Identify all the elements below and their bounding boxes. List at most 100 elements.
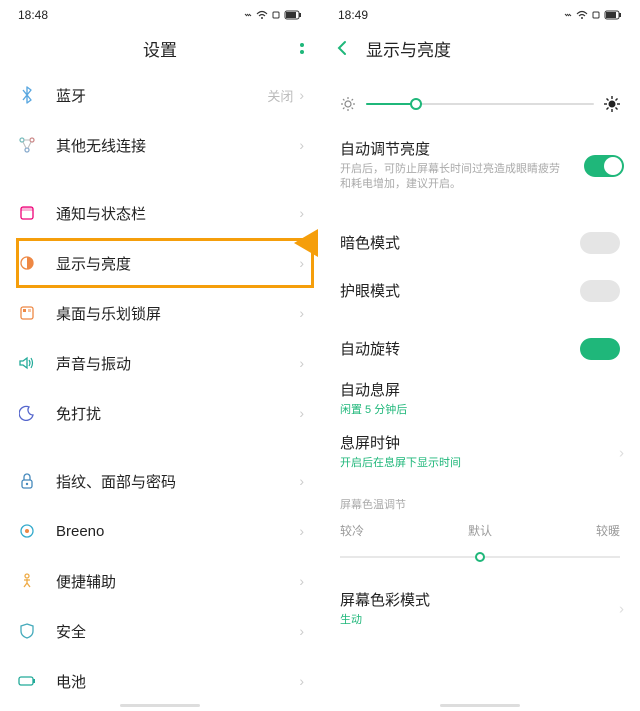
block-title: 自动息屏 bbox=[340, 379, 620, 400]
home-lockscreen-icon bbox=[16, 302, 38, 324]
aod-clock-block[interactable]: 息屏时钟 开启后在息屏下显示时间 › bbox=[320, 426, 640, 479]
color-temp-slider[interactable] bbox=[340, 547, 620, 567]
status-time: 18:49 bbox=[338, 8, 368, 22]
chevron-right-icon: › bbox=[299, 305, 304, 321]
status-icons bbox=[243, 10, 302, 20]
row-value: 关闭› bbox=[267, 86, 304, 105]
row-dnd[interactable]: 免打扰 › bbox=[0, 388, 320, 438]
settings-screen: 18:48 设置 蓝牙 关闭› 其他无线连接 › 通知与状态栏 › bbox=[0, 0, 320, 711]
status-time: 18:48 bbox=[18, 8, 48, 22]
bluetooth-icon bbox=[16, 84, 38, 106]
row-label: 免打扰 bbox=[56, 403, 299, 424]
breeno-icon bbox=[16, 520, 38, 542]
chevron-right-icon: › bbox=[299, 355, 304, 371]
settings-list: 蓝牙 关闭› 其他无线连接 › 通知与状态栏 › 显示与亮度 › 桌面与乐划锁屏… bbox=[0, 70, 320, 706]
arrow-icon bbox=[294, 229, 318, 257]
auto-rotate-toggle[interactable] bbox=[580, 338, 620, 360]
row-sound[interactable]: 声音与振动 › bbox=[0, 338, 320, 388]
status-bar: 18:48 bbox=[0, 0, 320, 26]
display-screen: 18:49 显示与亮度 自动调节亮度 开启后，可防止屏幕长时间过亮造成眼睛疲劳和… bbox=[320, 0, 640, 711]
row-label: 自动旋转 bbox=[340, 338, 580, 359]
temp-default: 默认 bbox=[468, 522, 492, 539]
row-bluetooth[interactable]: 蓝牙 关闭› bbox=[0, 70, 320, 120]
nav-indicator bbox=[120, 704, 200, 707]
moon-icon bbox=[16, 402, 38, 424]
chevron-right-icon: › bbox=[299, 87, 304, 103]
page-title: 设置 bbox=[143, 36, 177, 61]
brightness-slider-row bbox=[320, 80, 640, 128]
block-title: 屏幕色彩模式 bbox=[340, 589, 620, 610]
chevron-right-icon: › bbox=[299, 623, 304, 639]
auto-brightness-toggle[interactable] bbox=[584, 155, 624, 177]
page-title: 显示与亮度 bbox=[366, 36, 451, 61]
chevron-right-icon: › bbox=[299, 205, 304, 221]
wifi-icon bbox=[256, 10, 268, 20]
nfc-icon bbox=[563, 10, 573, 20]
row-label: 电池 bbox=[56, 671, 299, 692]
temp-cold: 较冷 bbox=[340, 522, 364, 539]
shield-icon bbox=[16, 620, 38, 642]
row-label: 暗色模式 bbox=[340, 232, 580, 253]
back-button[interactable] bbox=[334, 39, 354, 57]
rotate-lock-icon bbox=[591, 10, 601, 20]
status-bar: 18:49 bbox=[320, 0, 640, 26]
row-label: 显示与亮度 bbox=[56, 253, 299, 274]
nfc-icon bbox=[243, 10, 253, 20]
row-display-brightness[interactable]: 显示与亮度 › bbox=[0, 238, 320, 288]
battery-icon bbox=[604, 10, 622, 20]
row-label: 其他无线连接 bbox=[56, 135, 299, 156]
row-notification[interactable]: 通知与状态栏 › bbox=[0, 188, 320, 238]
lock-icon bbox=[16, 470, 38, 492]
auto-brightness-block: 自动调节亮度 开启后，可防止屏幕长时间过亮造成眼睛疲劳和耗电增加，建议开启。 bbox=[320, 128, 640, 205]
eye-care-row[interactable]: 护眼模式 bbox=[320, 267, 640, 315]
auto-sleep-block[interactable]: 自动息屏 闲置 5 分钟后 bbox=[320, 373, 640, 426]
color-mode-block[interactable]: 屏幕色彩模式 生动 › bbox=[320, 583, 640, 636]
row-accessibility[interactable]: 便捷辅助 › bbox=[0, 556, 320, 606]
block-sub: 生动 bbox=[340, 613, 620, 628]
battery-icon bbox=[16, 670, 38, 692]
accessibility-icon bbox=[16, 570, 38, 592]
row-label: 通知与状态栏 bbox=[56, 203, 299, 224]
sound-icon bbox=[16, 352, 38, 374]
row-label: 声音与振动 bbox=[56, 353, 299, 374]
row-home-lockscreen[interactable]: 桌面与乐划锁屏 › bbox=[0, 288, 320, 338]
auto-rotate-row[interactable]: 自动旋转 bbox=[320, 325, 640, 373]
row-battery[interactable]: 电池 › bbox=[0, 656, 320, 706]
row-label: 安全 bbox=[56, 621, 299, 642]
row-label: 护眼模式 bbox=[340, 280, 580, 301]
chevron-right-icon: › bbox=[299, 405, 304, 421]
row-label: 便捷辅助 bbox=[56, 571, 299, 592]
rotate-lock-icon bbox=[271, 10, 281, 20]
chevron-right-icon: › bbox=[619, 444, 624, 461]
battery-icon bbox=[284, 10, 302, 20]
block-sub: 闲置 5 分钟后 bbox=[340, 403, 620, 418]
row-biometric[interactable]: 指纹、面部与密码 › bbox=[0, 456, 320, 506]
connections-icon bbox=[16, 134, 38, 156]
sun-low-icon bbox=[340, 96, 356, 112]
chevron-right-icon: › bbox=[299, 473, 304, 489]
more-icon[interactable] bbox=[300, 43, 304, 54]
block-title: 自动调节亮度 bbox=[340, 138, 620, 159]
dark-mode-row[interactable]: 暗色模式 bbox=[320, 219, 640, 267]
header: 显示与亮度 bbox=[320, 26, 640, 70]
brightness-slider[interactable] bbox=[366, 103, 594, 105]
row-security[interactable]: 安全 › bbox=[0, 606, 320, 656]
row-other-wireless[interactable]: 其他无线连接 › bbox=[0, 120, 320, 170]
eye-care-toggle[interactable] bbox=[580, 280, 620, 302]
temp-labels: 较冷 默认 较暖 bbox=[320, 518, 640, 543]
status-icons bbox=[563, 10, 622, 20]
chevron-right-icon: › bbox=[299, 573, 304, 589]
dark-mode-toggle[interactable] bbox=[580, 232, 620, 254]
row-label: Breeno bbox=[56, 523, 299, 540]
wifi-icon bbox=[576, 10, 588, 20]
block-sub: 开启后在息屏下显示时间 bbox=[340, 456, 620, 471]
row-label: 蓝牙 bbox=[56, 85, 267, 106]
chevron-right-icon: › bbox=[299, 137, 304, 153]
block-sub: 开启后，可防止屏幕长时间过亮造成眼睛疲劳和耗电增加，建议开启。 bbox=[340, 162, 620, 193]
chevron-right-icon: › bbox=[299, 255, 304, 271]
row-breeno[interactable]: Breeno › bbox=[0, 506, 320, 556]
block-title: 息屏时钟 bbox=[340, 432, 620, 453]
sun-high-icon bbox=[604, 96, 620, 112]
notification-icon bbox=[16, 202, 38, 224]
chevron-right-icon: › bbox=[619, 601, 624, 618]
